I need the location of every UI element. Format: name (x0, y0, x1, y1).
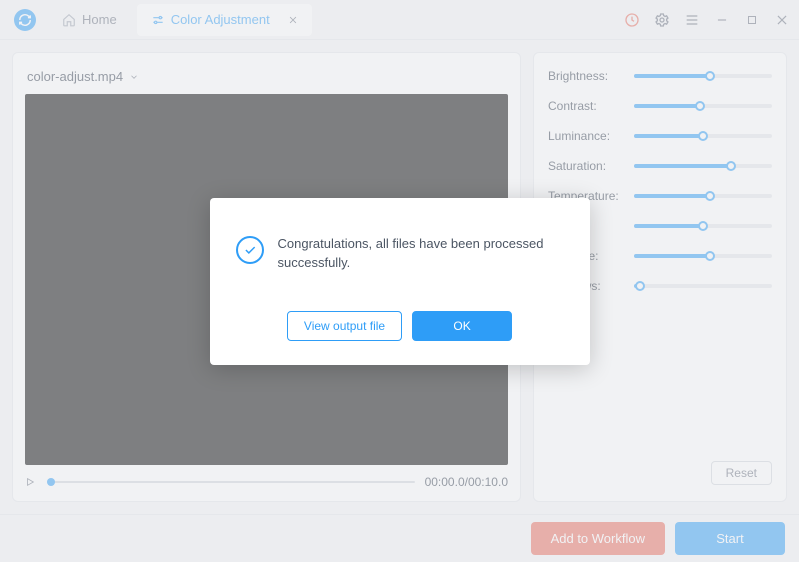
view-output-button[interactable]: View output file (287, 311, 402, 341)
modal-backdrop: Congratulations, all files have been pro… (0, 0, 799, 562)
check-icon (236, 236, 264, 264)
dialog-message: Congratulations, all files have been pro… (278, 234, 564, 273)
success-dialog: Congratulations, all files have been pro… (210, 198, 590, 365)
ok-button[interactable]: OK (412, 311, 512, 341)
